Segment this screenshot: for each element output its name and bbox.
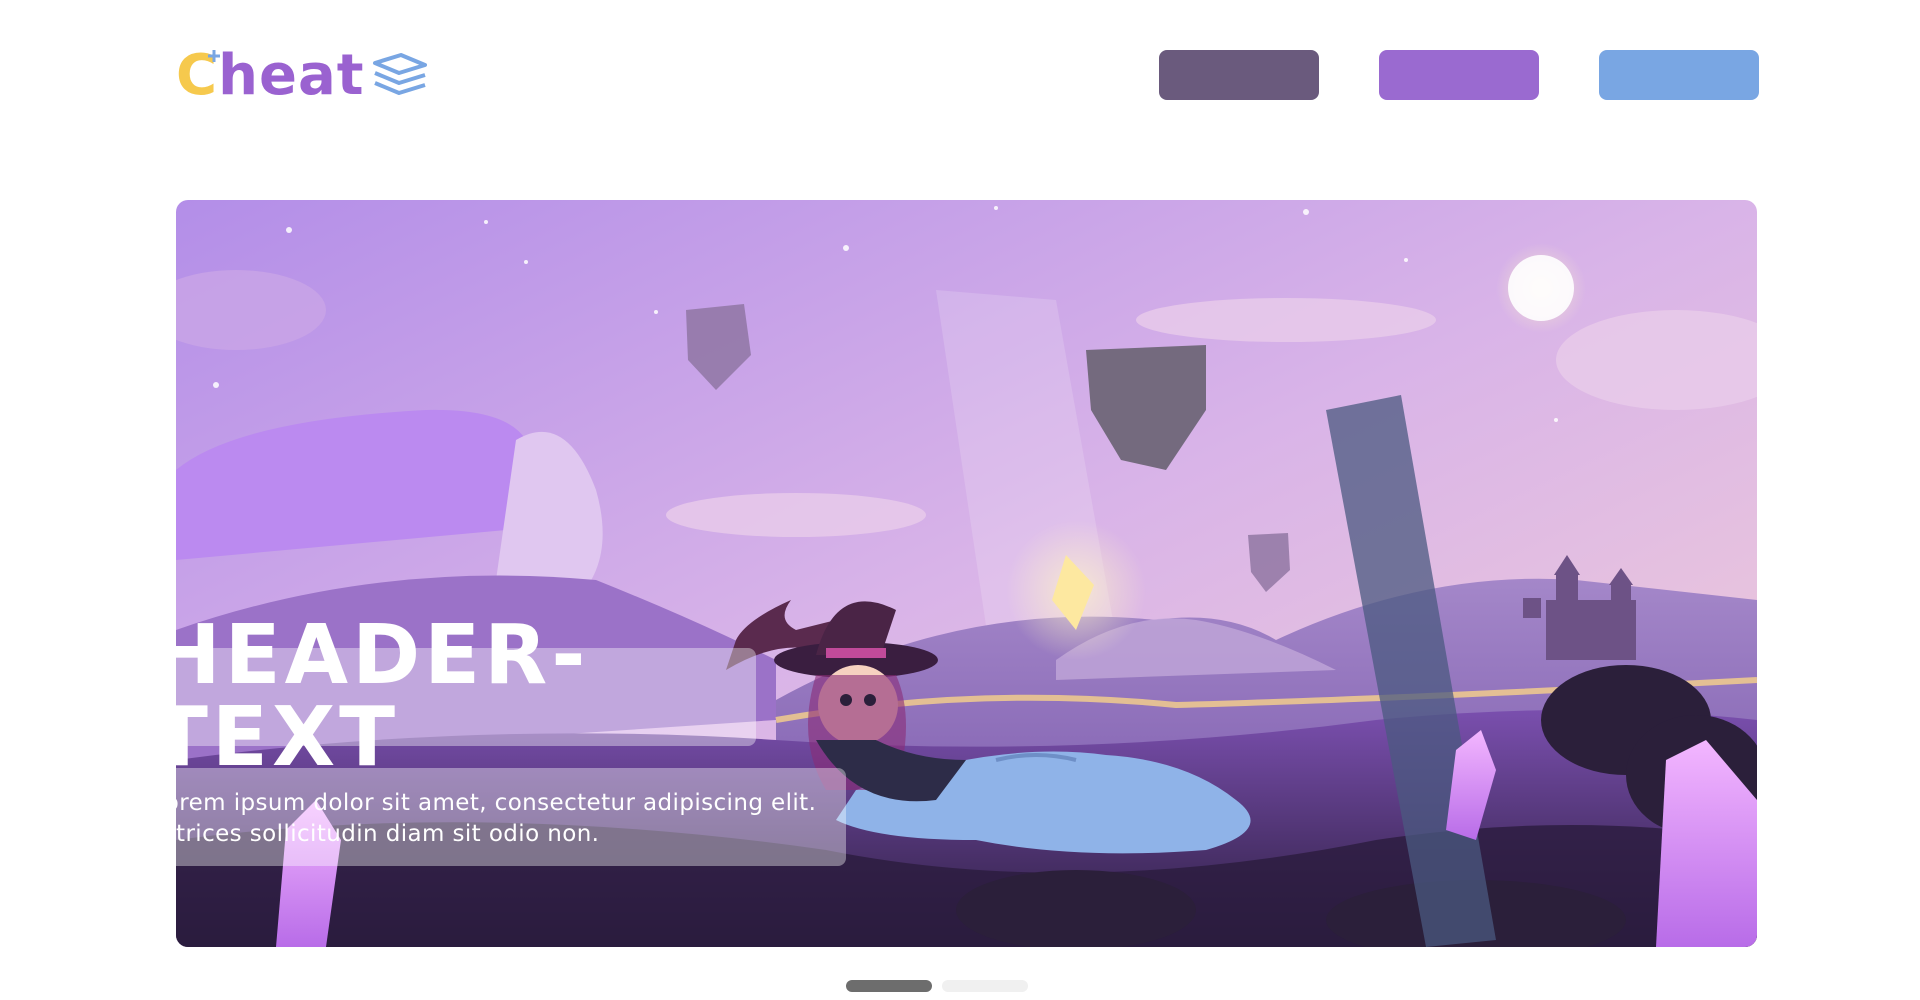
logo-word: heat: [218, 43, 365, 108]
logo[interactable]: Cheat: [176, 48, 456, 104]
stack-layers-icon: [372, 53, 427, 95]
carousel-indicators: [846, 980, 1028, 992]
hero-title: HEADER-TEXT: [152, 608, 590, 785]
carousel-dot-1[interactable]: [846, 980, 932, 992]
nav-button-3[interactable]: [1599, 50, 1759, 100]
logo-wordmark: Cheat: [176, 48, 365, 104]
plus-icon: [208, 50, 220, 62]
nav-button-1[interactable]: [1159, 50, 1319, 100]
nav-button-2[interactable]: [1379, 50, 1539, 100]
carousel-dot-2[interactable]: [942, 980, 1028, 992]
hero-title-box: HEADER-TEXT: [130, 615, 756, 779]
hero-subtitle-line-1: Lorem ipsum dolor sit amet, consectetur …: [152, 790, 817, 816]
hero-subtitle-line-2: Ultrices sollicitudin diam sit odio non.: [152, 821, 600, 847]
hero-subtitle-box: Lorem ipsum dolor sit amet, consectetur …: [130, 768, 846, 866]
